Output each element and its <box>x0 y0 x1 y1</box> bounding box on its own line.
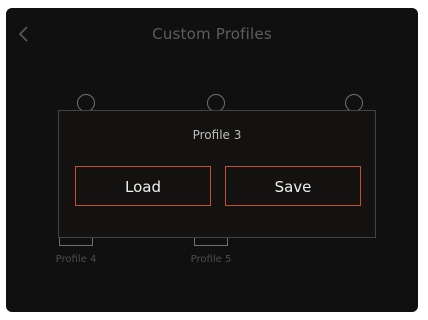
page-title: Custom Profiles <box>152 25 272 43</box>
profile-action-dialog: Profile 3 Load Save <box>58 110 376 238</box>
custom-profiles-screen: Custom Profiles 4 Profile 4 5 Profile 5 … <box>6 8 418 312</box>
dialog-title: Profile 3 <box>192 128 242 142</box>
profile-5-label: Profile 5 <box>190 254 232 265</box>
profile-4-label: Profile 4 <box>55 254 97 265</box>
save-button[interactable]: Save <box>225 166 361 206</box>
load-button[interactable]: Load <box>75 166 211 206</box>
